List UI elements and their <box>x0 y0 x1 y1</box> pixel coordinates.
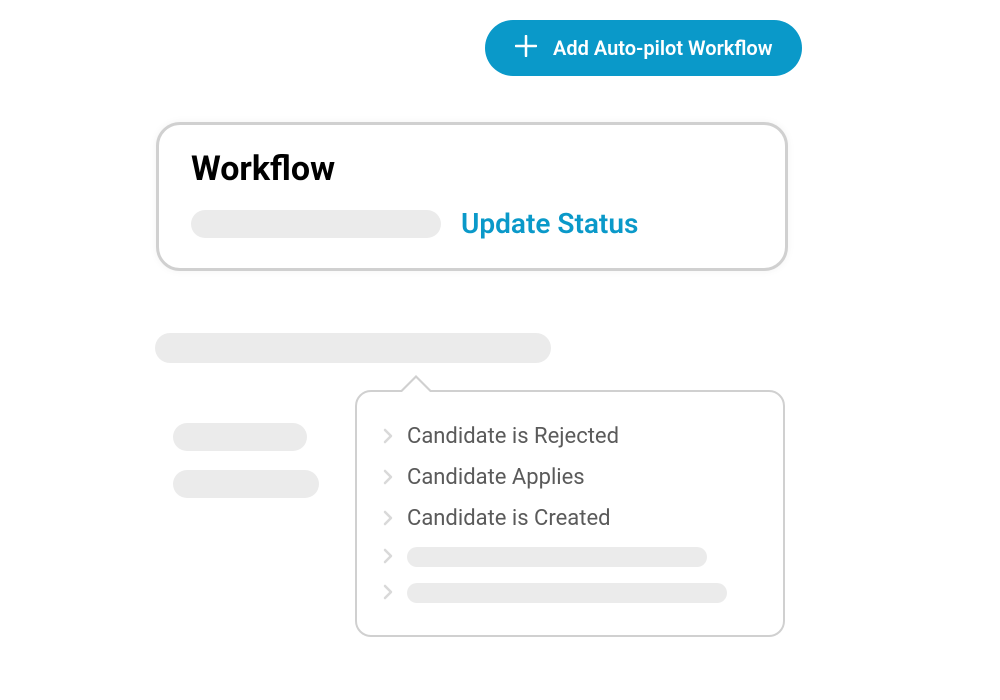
dropdown-placeholder <box>407 583 727 603</box>
dropdown-placeholder <box>407 547 707 567</box>
trigger-dropdown: Candidate is Rejected Candidate Applies … <box>355 390 785 637</box>
add-workflow-label: Add Auto-pilot Workflow <box>553 36 772 60</box>
chevron-right-icon <box>383 547 393 567</box>
placeholder-bar-2 <box>173 470 319 498</box>
workflow-card: Workflow Update Status <box>156 122 788 271</box>
add-workflow-button[interactable]: Add Auto-pilot Workflow <box>485 20 802 76</box>
workflow-placeholder <box>191 210 441 238</box>
dropdown-item-rejected[interactable]: Candidate is Rejected <box>383 416 757 457</box>
workflow-title: Workflow <box>191 149 753 189</box>
dropdown-item-placeholder[interactable] <box>383 539 757 575</box>
chevron-right-icon <box>383 583 393 603</box>
dropdown-item-label: Candidate Applies <box>407 465 585 490</box>
trigger-placeholder-bar[interactable] <box>155 333 551 363</box>
dropdown-item-created[interactable]: Candidate is Created <box>383 498 757 539</box>
chevron-right-icon <box>383 509 393 529</box>
dropdown-item-label: Candidate is Created <box>407 506 611 531</box>
dropdown-item-placeholder[interactable] <box>383 575 757 611</box>
chevron-right-icon <box>383 468 393 488</box>
dropdown-item-applies[interactable]: Candidate Applies <box>383 457 757 498</box>
plus-icon <box>515 34 537 62</box>
dropdown-item-label: Candidate is Rejected <box>407 424 619 449</box>
chevron-right-icon <box>383 427 393 447</box>
update-status-link[interactable]: Update Status <box>461 207 638 240</box>
placeholder-bar-1 <box>173 423 307 451</box>
